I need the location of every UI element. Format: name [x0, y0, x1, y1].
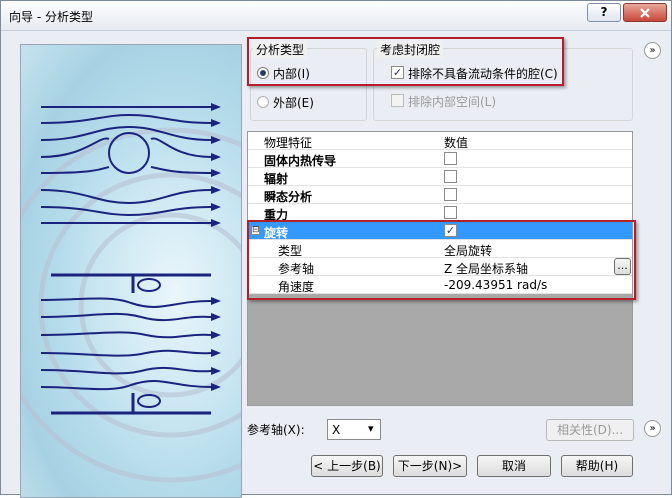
row-checkbox[interactable] [444, 206, 457, 219]
window-title: 向导 - 分析类型 [9, 10, 93, 24]
wizard-window: 向导 - 分析类型 ? 分析类型 内部(I) 外部(E) 考虑封闭腔 ✓ 排除不… [0, 0, 672, 498]
table-row[interactable]: 瞬态分析 [248, 186, 632, 204]
grid-header: 物理特征 数值 [248, 132, 632, 150]
table-row[interactable]: 固体内热传导 [248, 150, 632, 168]
reference-axis-select[interactable]: X ▾ [327, 419, 381, 440]
row-name: 固体内热传导 [264, 154, 337, 168]
help-title-button[interactable]: ? [587, 3, 621, 22]
back-button[interactable]: < 上一步(B) [311, 455, 383, 477]
row-name: 瞬态分析 [264, 190, 313, 204]
external-radio-label[interactable]: 外部(E) [273, 94, 314, 111]
chevron-down-icon: ▾ [368, 422, 374, 435]
dependency-button[interactable]: 相关性(D)... [546, 419, 634, 441]
exclude-internal-space-checkbox[interactable] [391, 94, 404, 107]
column-header-value: 数值 [444, 136, 469, 150]
collapse-top-chevron-icon[interactable]: » [644, 42, 661, 59]
external-radio[interactable] [257, 96, 269, 108]
exclude-internal-space-label[interactable]: 排除内部空间(L) [408, 93, 496, 110]
row-checkbox[interactable] [444, 188, 457, 201]
cancel-button[interactable]: 取消 [477, 455, 551, 477]
flow-diagram-icon [21, 103, 241, 483]
table-row[interactable]: 辐射 [248, 168, 632, 186]
reference-axis-label: 参考轴(X): [247, 423, 305, 437]
close-button[interactable] [623, 3, 667, 22]
flow-illustration [20, 44, 242, 498]
row-name: 辐射 [264, 172, 289, 186]
expand-bottom-chevron-icon[interactable]: » [644, 420, 661, 437]
row-checkbox[interactable] [444, 170, 457, 183]
title-bar: 向导 - 分析类型 ? [1, 1, 671, 31]
next-button[interactable]: 下一步(N)> [393, 455, 467, 477]
reference-axis-value: X [332, 423, 341, 437]
annotation-box-rotation [247, 220, 636, 300]
row-checkbox[interactable] [444, 152, 457, 165]
close-icon [640, 8, 650, 18]
column-header-feature: 物理特征 [264, 136, 313, 150]
annotation-box-top [247, 37, 564, 86]
help-button[interactable]: 帮助(H) [561, 455, 633, 477]
